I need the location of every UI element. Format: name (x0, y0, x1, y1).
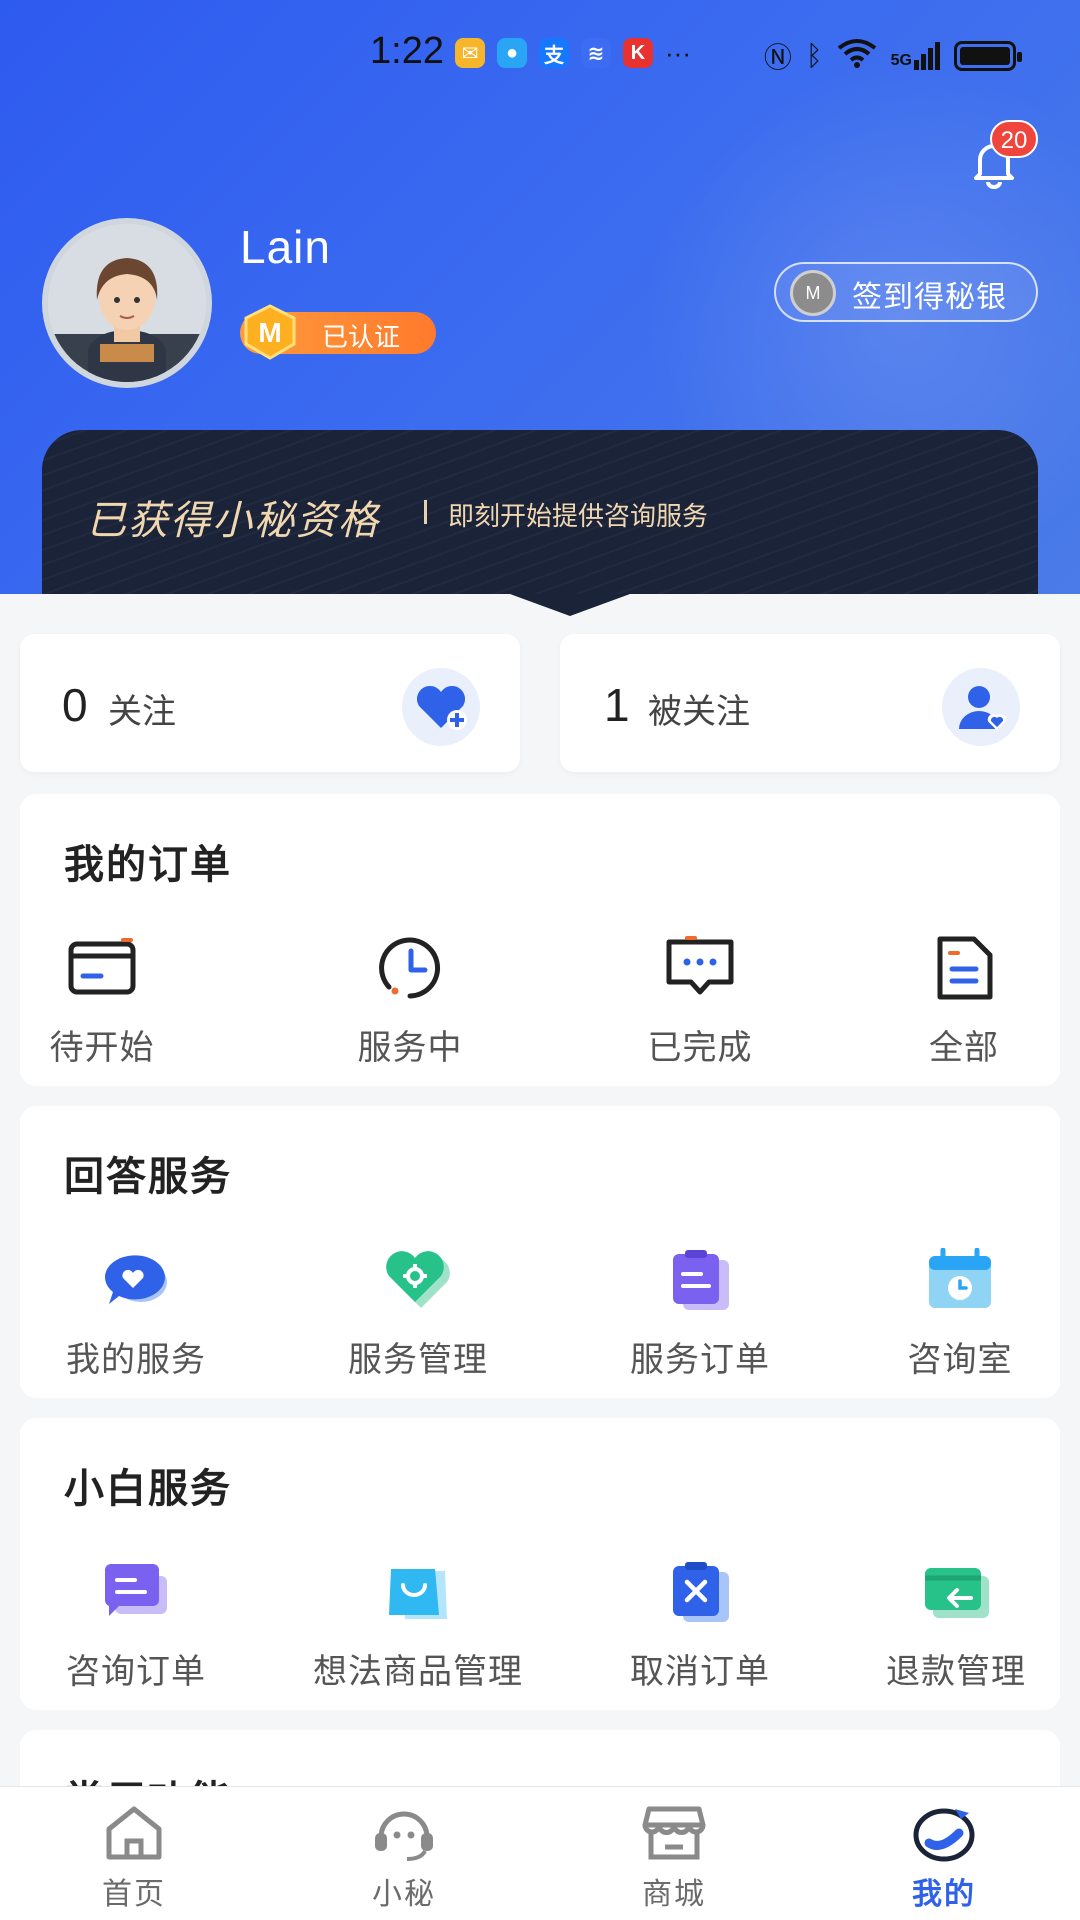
voice-app-icon: ≋ (581, 38, 611, 68)
refund-management-label: 退款管理 (886, 1653, 1026, 1691)
user-name: Lain (240, 221, 331, 273)
status-time: 1:22 (370, 30, 444, 72)
answer-services-section: 回答服务 我的服务 服务管理 服务订单 咨询室 (20, 1106, 1060, 1398)
heart-plus-icon (402, 668, 480, 746)
service-management-label: 服务管理 (348, 1341, 488, 1379)
answer-services-title: 回答服务 (64, 1155, 232, 1199)
heart-gear-icon (380, 1242, 456, 1318)
my-orders-section: 我的订单 待开始 服务中 已完成 全部 (20, 794, 1060, 1086)
message-icon (662, 930, 738, 1006)
refund-management-button[interactable]: 退款管理 (876, 1554, 1036, 1693)
consult-room-button[interactable]: 咨询室 (900, 1242, 1020, 1381)
shopping-bag-icon (380, 1554, 456, 1630)
tab-assistant-label: 小秘 (372, 1878, 436, 1911)
my-services-button[interactable]: 我的服务 (56, 1242, 216, 1381)
my-orders-title: 我的订单 (64, 843, 232, 887)
idea-goods-management-button[interactable]: 想法商品管理 (306, 1554, 530, 1693)
assistant-icon (371, 1803, 437, 1863)
tab-store-label: 商城 (642, 1878, 706, 1911)
calendar-clock-icon (922, 1242, 998, 1318)
service-management-button[interactable]: 服务管理 (338, 1242, 498, 1381)
followers-count: 1 (604, 679, 630, 731)
followers-label: 被关注 (648, 693, 750, 731)
clipboard-x-icon (662, 1554, 738, 1630)
service-orders-button[interactable]: 服务订单 (620, 1242, 780, 1381)
consult-orders-button[interactable]: 咨询订单 (56, 1554, 216, 1693)
order-all-label: 全部 (929, 1029, 999, 1067)
home-icon (101, 1803, 167, 1863)
tab-home-label: 首页 (102, 1878, 166, 1911)
order-pending-button[interactable]: 待开始 (42, 930, 162, 1069)
status-notification-icons: ✉ ● 支 ≋ K ··· (455, 38, 691, 69)
idea-goods-management-label: 想法商品管理 (313, 1653, 523, 1691)
order-pending-label: 待开始 (49, 1029, 155, 1067)
followers-card[interactable]: 1 被关注 (560, 634, 1060, 772)
nfc-icon: Ⓝ (763, 42, 792, 73)
qualification-subtitle: 即刻开始提供咨询服务 (448, 501, 709, 531)
user-heart-icon (942, 668, 1020, 746)
more-notifications-icon: ··· (665, 38, 691, 68)
card-icon (64, 930, 140, 1006)
verified-label: 已认证 (322, 322, 401, 352)
member-medal-icon: M (240, 304, 300, 360)
tab-store[interactable]: 商城 (614, 1803, 734, 1913)
clock-icon (372, 930, 448, 1006)
bluetooth-icon: ᛒ (805, 40, 823, 71)
service-orders-label: 服务订单 (630, 1341, 770, 1379)
cancel-order-button[interactable]: 取消订单 (620, 1554, 780, 1693)
battery-icon (954, 41, 1022, 71)
cancel-order-label: 取消订单 (630, 1653, 770, 1691)
status-bar: 1:22 ✉ ● 支 ≋ K ··· Ⓝ ᛒ 5G (0, 0, 1080, 108)
novice-services-title: 小白服务 (64, 1467, 232, 1511)
clipboard-icon (662, 1242, 738, 1318)
profile-icon (911, 1803, 977, 1863)
store-icon (641, 1803, 707, 1863)
svg-text:M: M (258, 317, 281, 348)
bottom-tab-bar: 首页 小秘 商城 我的 (0, 1786, 1080, 1920)
chat-app-icon: ● (497, 38, 527, 68)
order-completed-label: 已完成 (647, 1029, 753, 1067)
order-completed-button[interactable]: 已完成 (640, 930, 760, 1069)
consult-orders-label: 咨询订单 (66, 1653, 206, 1691)
following-label: 关注 (108, 693, 176, 731)
my-services-label: 我的服务 (66, 1341, 206, 1379)
document-icon (926, 930, 1002, 1006)
order-in-service-button[interactable]: 服务中 (350, 930, 470, 1069)
order-in-service-label: 服务中 (357, 1029, 463, 1067)
signin-label[interactable]: 签到得秘银 (852, 272, 1007, 316)
following-card[interactable]: 0 关注 (20, 634, 520, 772)
mail-app-icon: ✉ (455, 38, 485, 68)
tab-profile-label: 我的 (912, 1878, 976, 1911)
coin-icon: M (790, 270, 836, 316)
tab-home[interactable]: 首页 (74, 1803, 194, 1913)
novice-services-section: 小白服务 咨询订单 想法商品管理 取消订单 退款管理 (20, 1418, 1060, 1710)
wifi-icon (837, 38, 877, 75)
notification-count-badge: 20 (990, 120, 1038, 158)
consult-room-label: 咨询室 (907, 1341, 1013, 1379)
signal-icon: 5G (891, 42, 940, 70)
following-count: 0 (62, 679, 88, 731)
qualification-divider (424, 500, 427, 524)
banner-notch (510, 594, 630, 616)
heart-chat-icon (98, 1242, 174, 1318)
wallet-return-icon (918, 1554, 994, 1630)
order-all-button[interactable]: 全部 (914, 930, 1014, 1069)
chat-bubble-icon (98, 1554, 174, 1630)
tab-profile[interactable]: 我的 (884, 1803, 1004, 1913)
status-system-icons: Ⓝ ᛒ 5G (763, 36, 1022, 76)
alipay-app-icon: 支 (539, 38, 569, 68)
avatar[interactable] (42, 218, 212, 388)
tab-assistant[interactable]: 小秘 (344, 1803, 464, 1913)
qualification-title: 已获得小秘资格 (86, 498, 380, 543)
kfc-app-icon: K (623, 38, 653, 68)
